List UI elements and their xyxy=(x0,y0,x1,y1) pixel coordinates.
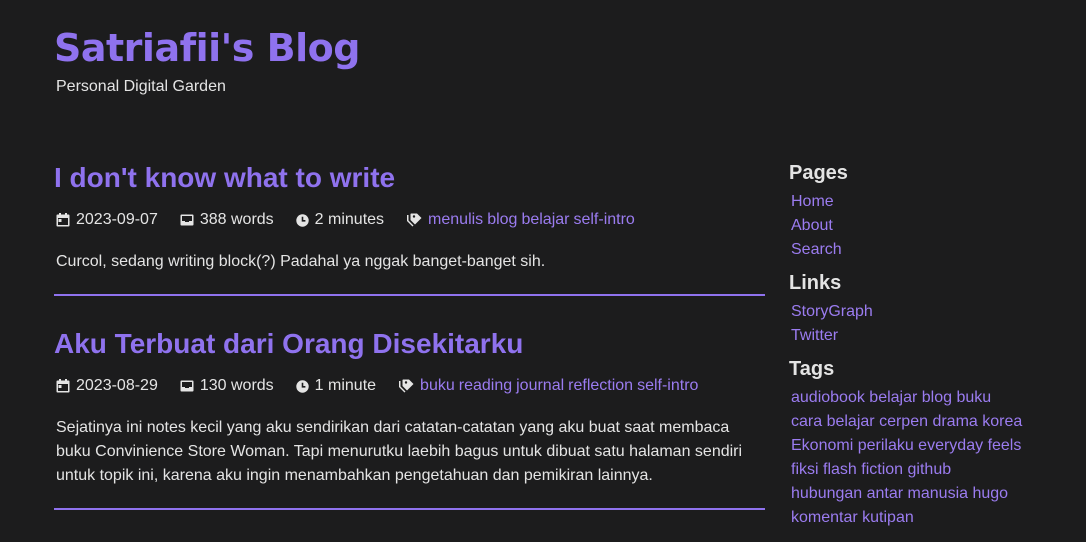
sidebar-item-home[interactable]: Home xyxy=(791,193,834,210)
tag-link[interactable]: hubungan antar manusia xyxy=(791,485,968,502)
post-entry: I don't know what to write 2023-09-07 38… xyxy=(54,160,765,296)
calendar-icon xyxy=(56,379,70,393)
site-title[interactable]: Satriafii's Blog xyxy=(54,24,360,72)
post-tag-link[interactable]: self-intro xyxy=(573,210,634,230)
tag-link[interactable]: flash fiction xyxy=(823,461,903,478)
tag-link[interactable]: komentar xyxy=(791,509,858,526)
post-tag-link[interactable]: self-intro xyxy=(637,376,698,396)
sidebar-pages: Pages Home About Search xyxy=(789,160,1029,262)
sidebar-item-search[interactable]: Search xyxy=(791,241,842,258)
tag-link[interactable]: cara belajar xyxy=(791,413,875,430)
post-reading-time: 1 minute xyxy=(295,376,377,396)
post-tag-link[interactable]: menulis xyxy=(428,210,483,230)
post-word-count: 130 words xyxy=(180,376,274,396)
sidebar-pages-heading: Pages xyxy=(789,162,848,184)
post-word-count-text: 130 words xyxy=(199,377,274,394)
tag-icon xyxy=(407,213,422,227)
sidebar-pages-list: Home About Search xyxy=(791,190,1029,262)
tag-link[interactable]: cerpen xyxy=(879,413,928,430)
tag-link[interactable]: feels xyxy=(988,437,1022,454)
post-date-text: 2023-09-07 xyxy=(76,211,158,228)
sidebar-tags-heading: Tags xyxy=(789,358,835,380)
tag-link[interactable]: kutipan xyxy=(862,509,914,526)
post-title-link[interactable]: Aku Terbuat dari Orang Disekitarku xyxy=(54,326,765,362)
sidebar-tags: Tags audiobook belajar blog buku cara be… xyxy=(789,356,1029,530)
tag-icon xyxy=(399,379,414,393)
post-date: 2023-09-07 xyxy=(56,210,158,230)
sidebar-item-about[interactable]: About xyxy=(791,217,833,234)
tag-link[interactable]: Ekonomi xyxy=(791,437,853,454)
post-word-count: 388 words xyxy=(180,210,274,230)
sidebar-links-list: StoryGraph Twitter xyxy=(791,300,1029,348)
tag-link[interactable]: fiksi xyxy=(791,461,819,478)
inbox-icon xyxy=(180,380,194,392)
tag-link[interactable]: hugo xyxy=(972,485,1008,502)
post-tags: menulis blog belajar self-intro xyxy=(406,210,639,230)
post-title-link[interactable]: I don't know what to write xyxy=(54,160,765,196)
sidebar-item-twitter[interactable]: Twitter xyxy=(791,327,838,344)
calendar-icon xyxy=(56,213,70,227)
tag-link[interactable]: perilaku everyday xyxy=(858,437,983,454)
site-subtitle: Personal Digital Garden xyxy=(56,78,226,95)
post-reading-time-text: 1 minute xyxy=(314,377,377,394)
post-meta: 2023-08-29 130 words 1 minute buku readi… xyxy=(56,376,765,396)
sidebar-links: Links StoryGraph Twitter xyxy=(789,270,1029,348)
post-tag-link[interactable]: reading xyxy=(459,376,512,396)
tag-link[interactable]: audiobook xyxy=(791,389,865,406)
post-summary: Sejatinya ini notes kecil yang aku sendi… xyxy=(56,419,743,484)
tag-link[interactable]: drama korea xyxy=(932,413,1022,430)
tag-link[interactable]: github xyxy=(908,461,952,478)
sidebar-links-heading: Links xyxy=(789,272,842,294)
post-summary: Curcol, sedang writing block(?) Padahal … xyxy=(56,253,546,270)
post-meta: 2023-09-07 388 words 2 minutes menulis b… xyxy=(56,210,765,230)
tag-link[interactable]: blog xyxy=(922,389,952,406)
post-reading-time: 2 minutes xyxy=(295,210,385,230)
clock-icon xyxy=(295,379,309,393)
post-tags: buku reading journal reflection self-int… xyxy=(398,376,702,396)
post-word-count-text: 388 words xyxy=(199,211,274,228)
post-reading-time-text: 2 minutes xyxy=(314,211,385,228)
sidebar: Pages Home About Search Links StoryGraph… xyxy=(789,160,1029,530)
site-header: Satriafii's Blog Personal Digital Garden xyxy=(54,24,360,96)
post-tag-link[interactable]: buku xyxy=(420,376,455,396)
post-tag-link[interactable]: journal xyxy=(516,376,564,396)
tag-link[interactable]: belajar xyxy=(869,389,917,406)
post-date: 2023-08-29 xyxy=(56,376,158,396)
sidebar-item-storygraph[interactable]: StoryGraph xyxy=(791,303,873,320)
post-tag-link[interactable]: blog xyxy=(487,210,517,230)
post-date-text: 2023-08-29 xyxy=(76,377,158,394)
tag-link[interactable]: buku xyxy=(956,389,991,406)
post-entry: Aku Terbuat dari Orang Disekitarku 2023-… xyxy=(54,326,765,510)
post-tag-link[interactable]: belajar xyxy=(521,210,569,230)
post-tag-link[interactable]: reflection xyxy=(568,376,633,396)
inbox-icon xyxy=(180,214,194,226)
post-list: I don't know what to write 2023-09-07 38… xyxy=(54,160,765,510)
tag-cloud: audiobook belajar blog buku cara belajar… xyxy=(791,386,1023,530)
clock-icon xyxy=(295,213,309,227)
